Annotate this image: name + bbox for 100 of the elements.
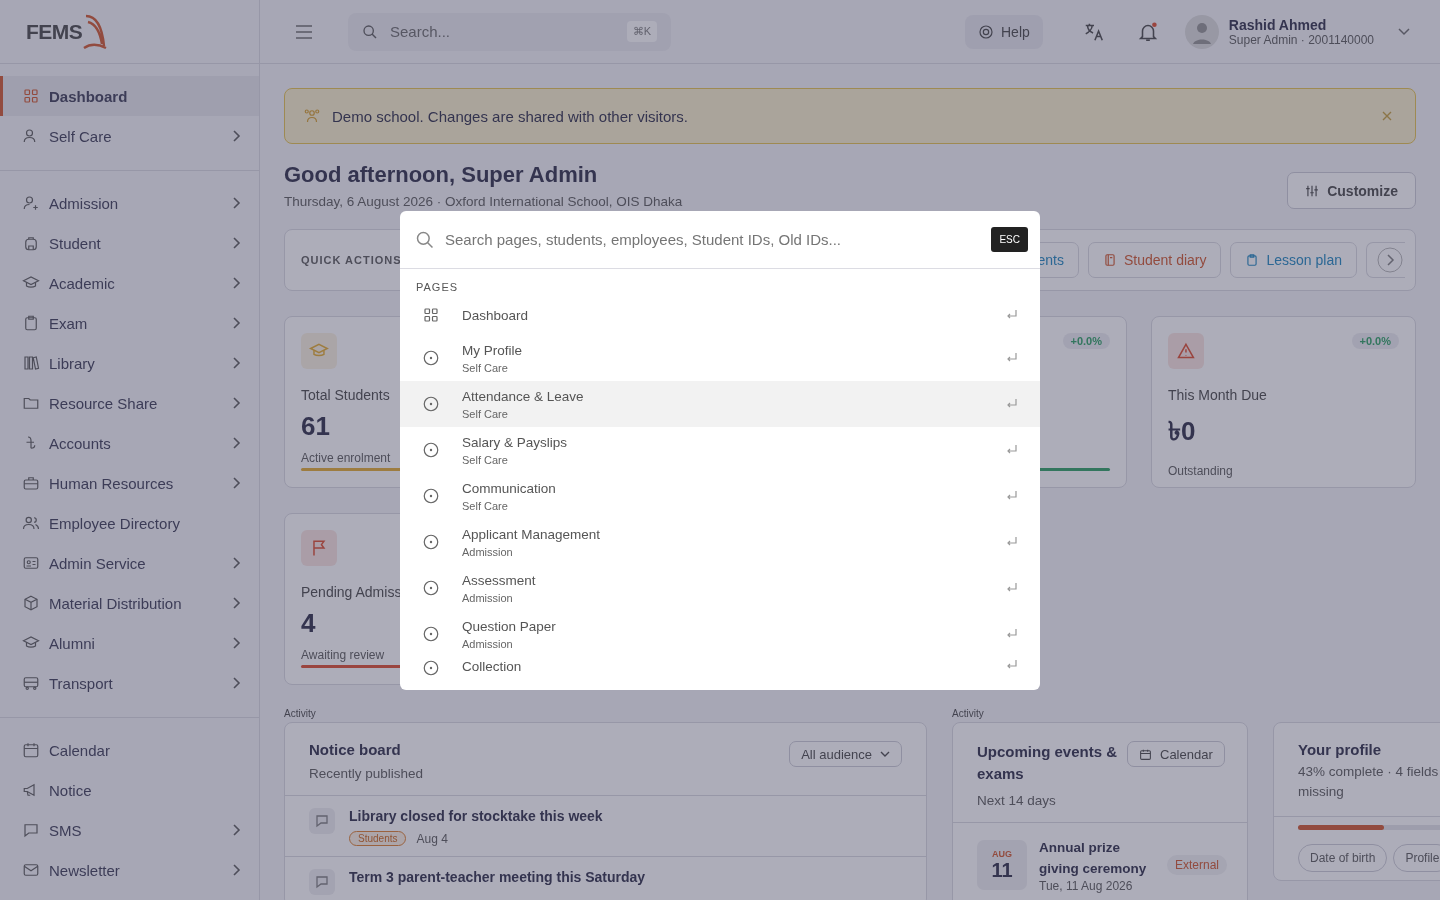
- sidebar-item[interactable]: Alumni: [0, 623, 259, 663]
- panel-title: Your profile: [1298, 741, 1382, 758]
- enter-key-icon: [1006, 309, 1018, 321]
- audience-dropdown[interactable]: All audience: [789, 741, 902, 767]
- sidebar-item[interactable]: Calendar: [0, 730, 259, 770]
- chevron-down-icon: [880, 751, 890, 757]
- quick-action-button[interactable]: Student diary: [1088, 242, 1222, 278]
- enter-key-icon: [1006, 444, 1018, 456]
- avatar-icon[interactable]: [1184, 14, 1219, 49]
- search-result[interactable]: Attendance & Leave Self Care: [400, 381, 1040, 427]
- panel-subtitle: Recently published: [309, 766, 424, 781]
- users-icon: [22, 514, 40, 532]
- search-result[interactable]: Collection: [400, 657, 1040, 689]
- result-category: Admission: [462, 591, 513, 604]
- notice-title[interactable]: Library closed for stocktake this week: [349, 808, 603, 824]
- shortcut-key: ⌘K: [626, 21, 657, 42]
- enter-key-icon: [1006, 536, 1018, 548]
- result-category: Self Care: [462, 407, 508, 420]
- sidebar-item[interactable]: Library: [0, 343, 259, 383]
- next-button[interactable]: [1366, 242, 1405, 278]
- trend-badge: +0.0%: [1351, 333, 1399, 349]
- grid-icon: [22, 87, 40, 105]
- circle-dot-icon: [422, 441, 440, 459]
- sidebar-item[interactable]: Material Distribution: [0, 583, 259, 623]
- customize-button[interactable]: Customize: [1287, 172, 1416, 209]
- date-badge: AUG 11: [977, 840, 1027, 890]
- sidebar-item[interactable]: Dashboard: [0, 76, 259, 116]
- user-plus-icon: [22, 194, 40, 212]
- stat-title: This Month Due: [1168, 387, 1267, 403]
- sidebar-item[interactable]: Resource Share: [0, 383, 259, 423]
- event-date: Tue, 11 Aug 2026: [1039, 879, 1133, 893]
- books-icon: [22, 354, 40, 372]
- stat-note: Active enrolment: [301, 451, 391, 465]
- chevron-down-icon[interactable]: [1398, 27, 1410, 36]
- circle-dot-icon: [422, 625, 440, 643]
- quick-action-button[interactable]: Lesson plan: [1230, 242, 1357, 278]
- search-result[interactable]: Question Paper Admission: [400, 611, 1040, 657]
- enter-key-icon: [1006, 490, 1018, 502]
- sidebar-item[interactable]: Exam: [0, 303, 259, 343]
- enter-key-icon: [1006, 659, 1018, 671]
- search-result[interactable]: Salary & Payslips Self Care: [400, 427, 1040, 473]
- panel-subtitle: 43% complete · 4 fields missing: [1298, 763, 1440, 801]
- search-field[interactable]: Search... ⌘K: [348, 12, 671, 51]
- sidebar-item[interactable]: Newsletter: [0, 850, 259, 890]
- panel-title: Upcoming events & exams: [977, 742, 1119, 784]
- grid-icon: [422, 306, 440, 324]
- greeting-title: Good afternoon, Super Admin: [284, 162, 598, 188]
- calendar-icon: [1139, 747, 1152, 761]
- event-title[interactable]: Annual prize giving ceremony: [1039, 837, 1155, 879]
- search-result[interactable]: Applicant Management Admission: [400, 519, 1040, 565]
- backpack-icon: [22, 234, 40, 252]
- lifebuoy-icon: [978, 23, 994, 40]
- sidebar-item[interactable]: Student: [0, 223, 259, 263]
- logo: FEMS: [26, 19, 83, 44]
- search-result[interactable]: My Profile Self Care: [400, 335, 1040, 381]
- stat-title: Pending Admiss: [301, 584, 402, 600]
- search-result[interactable]: Communication Self Care: [400, 473, 1040, 519]
- help-button[interactable]: Help: [965, 14, 1043, 49]
- sidebar-item[interactable]: SMS: [0, 810, 259, 850]
- section-label: QUICK ACTIONS: [301, 254, 402, 266]
- circle-dot-icon: [422, 579, 440, 597]
- stat-value: 4: [301, 608, 316, 639]
- search-result[interactable]: Assessment Admission: [400, 565, 1040, 611]
- sidebar-item[interactable]: Academic: [0, 263, 259, 303]
- user-name: Rashid Ahmed: [1228, 16, 1328, 33]
- stat-value: 61: [301, 411, 330, 442]
- notice-date: Aug 4: [416, 831, 448, 846]
- search-input[interactable]: Search...: [390, 23, 615, 40]
- section-label: PAGES: [415, 280, 460, 295]
- stat-note: Awaiting review: [301, 648, 385, 662]
- clipboard-icon: [22, 314, 40, 332]
- clipboard-icon: [1245, 253, 1260, 267]
- enter-key-icon: [1006, 582, 1018, 594]
- id-card-icon: [22, 554, 40, 572]
- sidebar-item[interactable]: Transport: [0, 663, 259, 703]
- sidebar-item[interactable]: Employee Directory: [0, 503, 259, 543]
- event-tag: External: [1166, 855, 1227, 875]
- notice-title[interactable]: Term 3 parent-teacher meeting this Saturday: [349, 869, 646, 885]
- close-icon[interactable]: [1381, 110, 1393, 122]
- bell-icon[interactable]: [1136, 20, 1159, 43]
- sidebar-item[interactable]: Admin Service: [0, 543, 259, 583]
- audience-tag: Students: [349, 831, 407, 846]
- chat-icon: [22, 821, 40, 839]
- sidebar-item[interactable]: Self Care: [0, 116, 259, 156]
- menu-icon[interactable]: [295, 24, 313, 39]
- bus-icon: [22, 674, 40, 692]
- sidebar-item[interactable]: Admission: [0, 183, 259, 223]
- chat-icon: [309, 869, 335, 895]
- search-result[interactable]: Dashboard: [400, 295, 1040, 335]
- calendar-button[interactable]: Calendar: [1127, 741, 1225, 767]
- circle-dot-icon: [422, 349, 440, 367]
- enter-key-icon: [1006, 398, 1018, 410]
- trend-badge: +0.0%: [1062, 333, 1110, 349]
- escape-key[interactable]: ESC: [991, 227, 1028, 252]
- sidebar-item[interactable]: Human Resources: [0, 463, 259, 503]
- sidebar-item[interactable]: Notice: [0, 770, 259, 810]
- sidebar-item[interactable]: Accounts: [0, 423, 259, 463]
- result-category: Admission: [462, 637, 513, 650]
- stat-note: Outstanding: [1168, 464, 1233, 478]
- search-icon: [415, 229, 435, 250]
